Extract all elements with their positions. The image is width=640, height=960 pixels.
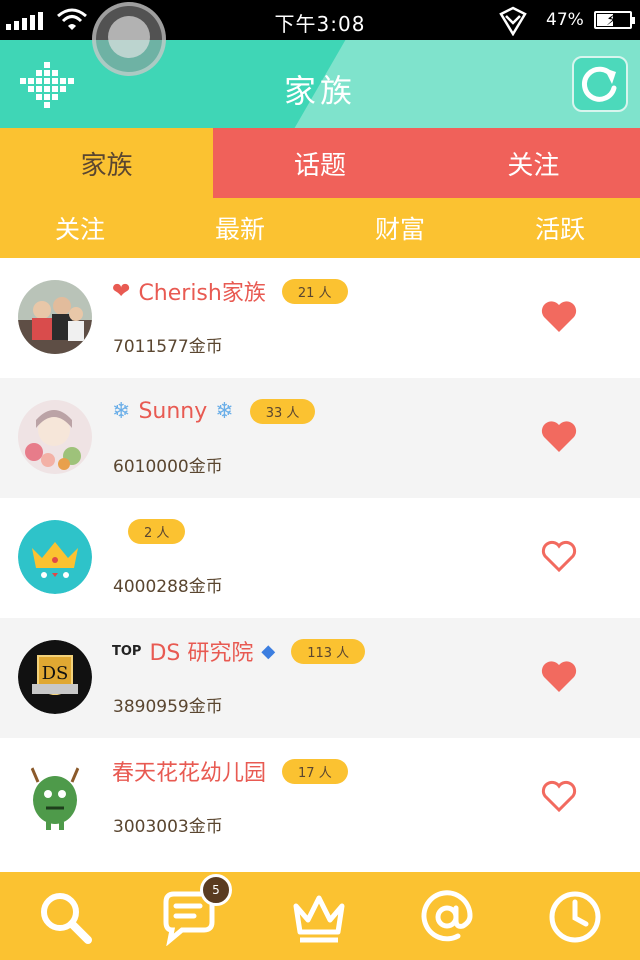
sort-tab-wealth[interactable]: 财富 [320, 198, 480, 258]
family-name-line: ❄ Sunny ❄ 33 人 [112, 394, 316, 428]
member-count-badge: 2 人 [128, 518, 186, 544]
heart-emoji-icon: ❤ [112, 278, 131, 304]
bottom-tab-bar [0, 872, 640, 960]
family-row[interactable]: 春天花花幼儿园 17 人 3003003金币 [0, 738, 640, 858]
diamond-icon: ◆ [261, 640, 276, 662]
anime-girl-icon [18, 400, 92, 474]
shield-icon [499, 6, 527, 36]
family-row[interactable]: 2 人 4000288金币 [0, 498, 640, 618]
family-avatar[interactable] [18, 760, 92, 834]
family-coins: 7011577金币 [113, 337, 223, 357]
family-coins: 6010000金币 [113, 457, 223, 477]
monster-icon [18, 760, 92, 834]
family-name: Sunny [138, 398, 208, 424]
family-coins: 3003003金币 [113, 817, 223, 837]
refresh-icon [581, 66, 617, 102]
family-avatar[interactable] [18, 280, 92, 354]
snowflake-icon: ❄ [215, 398, 234, 424]
main-tabs: 家族 话题 关注 [0, 128, 640, 198]
family-name-line: ❤ Cherish家族 21 人 [112, 274, 348, 308]
follow-heart-icon[interactable] [540, 658, 578, 694]
family-coins: 4000288金币 [113, 577, 223, 597]
sort-tabs: 关注 最新 财富 活跃 [0, 198, 640, 258]
family-name: 春天花花幼儿园 [112, 761, 267, 786]
tab-following[interactable]: 关注 [426, 128, 640, 198]
unfollow-heart-icon[interactable] [540, 538, 578, 574]
family-avatar[interactable] [18, 520, 92, 594]
crown-icon[interactable] [290, 888, 348, 946]
member-count-badge: 21 人 [281, 278, 348, 304]
family-name: DS 研究院 [149, 641, 254, 666]
sort-tab-newest[interactable]: 最新 [160, 198, 320, 258]
family-name-line: 春天花花幼儿园 17 人 [112, 754, 348, 788]
tab-topics[interactable]: 话题 [213, 128, 427, 198]
member-count-badge: 17 人 [282, 758, 348, 784]
family-avatar[interactable] [18, 400, 92, 474]
crown-icon [18, 520, 92, 594]
svg-text:DS: DS [42, 663, 69, 684]
sort-tab-following[interactable]: 关注 [0, 198, 160, 258]
family-row[interactable]: ❄ Sunny ❄ 33 人 6010000金币 [0, 378, 640, 498]
family-avatar[interactable]: DS [18, 640, 92, 714]
follow-heart-icon[interactable] [540, 418, 578, 454]
assistive-touch-button[interactable] [92, 2, 166, 76]
search-icon[interactable] [36, 888, 94, 946]
family-name-line: TOP DS 研究院 ◆ 113 人 [112, 634, 366, 668]
top-rank-icon: TOP [112, 643, 142, 659]
photo-icon [18, 280, 92, 354]
tab-family[interactable]: 家族 [0, 128, 214, 198]
follow-heart-icon[interactable] [540, 298, 578, 334]
family-list: ❤ Cherish家族 21 人 7011577金币 ❄ Sunny ❄ 33 … [0, 258, 640, 858]
family-name-line: 2 人 [112, 514, 186, 548]
battery-icon: ⚡ [594, 10, 635, 29]
refresh-button[interactable] [572, 56, 628, 112]
sort-tab-active[interactable]: 活跃 [480, 198, 640, 258]
ds-emblem-icon: DS [18, 640, 92, 714]
at-icon[interactable] [418, 888, 476, 946]
family-row[interactable]: ❤ Cherish家族 21 人 7011577金币 [0, 258, 640, 378]
member-count-badge: 113 人 [291, 638, 366, 664]
snowflake-icon: ❄ [112, 398, 131, 424]
charging-bolt-icon: ⚡ [606, 10, 618, 29]
family-name: Cherish家族 [138, 281, 266, 306]
clock-icon[interactable] [546, 888, 604, 946]
unfollow-heart-icon[interactable] [540, 778, 578, 814]
battery-percent: 47% [546, 10, 584, 30]
message-count-badge: 5 [200, 874, 232, 906]
page-title: 家族 [283, 72, 356, 110]
family-coins: 3890959金币 [113, 697, 223, 717]
member-count-badge: 33 人 [249, 398, 316, 424]
family-row[interactable]: DS TOP DS 研究院 ◆ 113 人 3890959金币 [0, 618, 640, 738]
